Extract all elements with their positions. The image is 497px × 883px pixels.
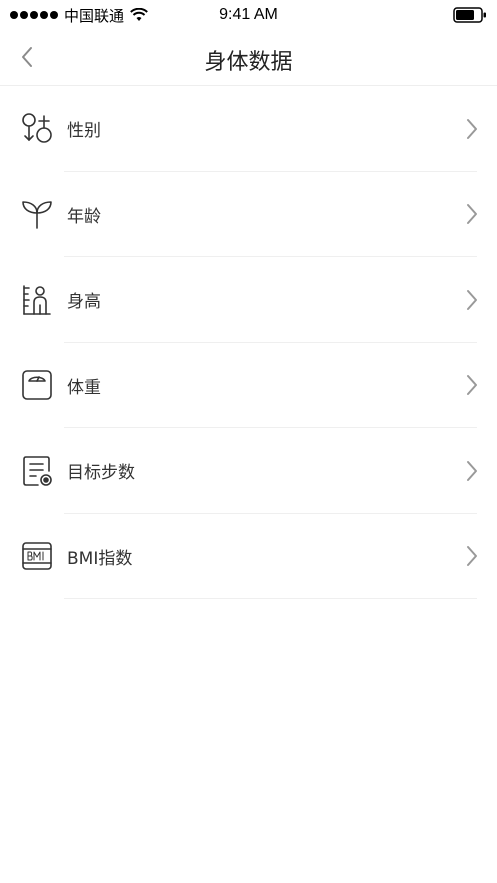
chevron-right-icon (465, 118, 479, 140)
settings-list: 性别 年龄 身高 体重 目标步数 BMI指数 (0, 86, 497, 599)
height-icon (20, 283, 54, 317)
scale-icon (20, 368, 54, 402)
list-item-label: 身高 (67, 292, 101, 313)
list-item-gender[interactable]: 性别 (0, 86, 497, 172)
gender-icon (20, 112, 54, 146)
chevron-right-icon (465, 374, 479, 396)
navigation-bar: 身体数据 (0, 30, 497, 86)
list-item-age[interactable]: 年龄 (0, 172, 497, 258)
list-item-label: 年龄 (67, 206, 101, 227)
status-bar: 中国联通 9:41 AM (0, 0, 497, 30)
list-item-label: BMI指数 (67, 548, 133, 569)
status-left: 中国联通 (10, 5, 148, 26)
wifi-icon (130, 8, 148, 21)
chevron-right-icon (465, 203, 479, 225)
chevron-right-icon (465, 460, 479, 482)
list-item-goal-steps[interactable]: 目标步数 (0, 428, 497, 514)
goal-steps-icon (20, 454, 54, 488)
list-item-height[interactable]: 身高 (0, 257, 497, 343)
sprout-icon (20, 197, 54, 231)
battery-icon (453, 7, 486, 23)
list-item-label: 目标步数 (67, 463, 135, 484)
carrier-name: 中国联通 (64, 6, 125, 25)
page-title: 身体数据 (204, 50, 293, 75)
list-item-weight[interactable]: 体重 (0, 343, 497, 429)
list-item-bmi[interactable]: BMI指数 (0, 514, 497, 600)
status-time: 9:41 AM (219, 6, 278, 23)
list-item-label: 体重 (67, 377, 101, 398)
list-item-label: 性别 (67, 121, 101, 142)
chevron-right-icon (465, 545, 479, 567)
chevron-right-icon (465, 289, 479, 311)
bmi-icon (20, 539, 54, 573)
signal-strength-icon (10, 11, 58, 19)
